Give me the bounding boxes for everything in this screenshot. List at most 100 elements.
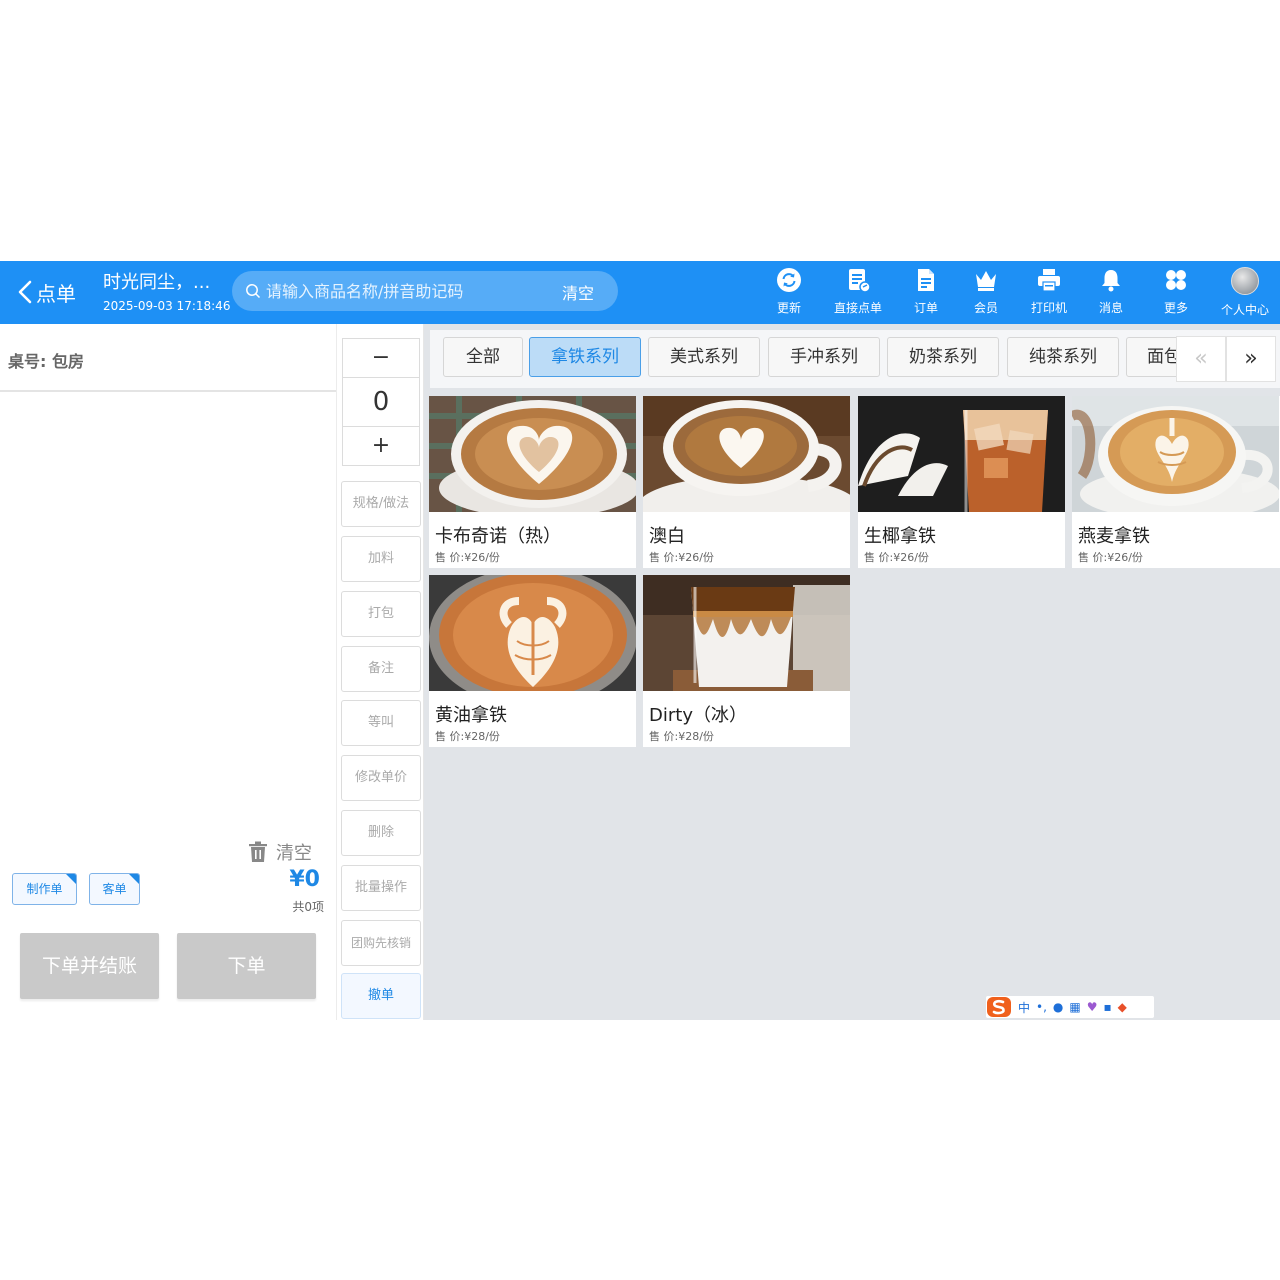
product-name: 黄油拿铁 [435,705,507,726]
item-action-column: − 0 + 规格/做法 加料 打包 备注 等叫 修改单价 删除 批量操作 团购先… [336,324,424,1020]
product-price: 售 价:¥28/份 [649,730,714,743]
trash-icon [249,841,267,862]
product-card[interactable]: Dirty（冰） 售 价:¥28/份 [643,575,850,747]
refresh-button[interactable]: 更新 [757,267,821,319]
total-amount: ¥0 [289,867,320,892]
product-card[interactable]: 黄油拿铁 售 价:¥28/份 [429,575,636,747]
product-price: 售 价:¥28/份 [435,730,500,743]
printer-icon [1038,269,1060,292]
product-price: 售 价:¥26/份 [649,551,714,564]
product-price: 售 价:¥26/份 [435,551,500,564]
category-next-button[interactable]: » [1226,336,1276,382]
ime-mode[interactable]: 中 [1018,999,1030,1016]
grid-more-icon [1166,270,1186,290]
revoke-order-button[interactable]: 撤单 [341,973,421,1019]
product-card[interactable]: 燕麦拿铁 售 价:¥26/份 [1072,396,1280,568]
product-photo [429,575,636,691]
shop-name[interactable]: 时光同尘，... [103,268,210,294]
toolbox-icon[interactable]: ▪ [1104,1000,1112,1014]
production-ticket-tag[interactable]: 制作单 [12,873,77,905]
profile-button[interactable]: 个人中心 [1213,267,1277,319]
printer-button[interactable]: 打印机 [1017,267,1081,319]
category-tab-all[interactable]: 全部 [443,337,523,377]
datetime: 2025-09-03 17:18:46 [103,299,231,313]
printer-label: 打印机 [1030,301,1067,315]
quantity-minus-button[interactable]: − [343,339,419,377]
product-price: 售 价:¥26/份 [864,551,929,564]
punctuation-icon[interactable]: •, [1036,1000,1047,1014]
member-button[interactable]: 会员 [954,267,1018,319]
sogou-logo-icon [987,997,1011,1017]
avatar [1231,267,1259,295]
messages-button[interactable]: 消息 [1079,267,1143,319]
category-tab-milk-tea[interactable]: 奶茶系列 [887,337,999,377]
search-box: 清空 [232,271,618,311]
search-icon [246,284,261,299]
product-name: 燕麦拿铁 [1078,526,1150,547]
quantity-plus-button[interactable]: + [343,427,419,465]
product-card[interactable]: 澳白 售 价:¥26/份 [643,396,850,568]
takeaway-pack-button[interactable]: 打包 [341,591,421,637]
search-clear-button[interactable]: 清空 [562,280,594,304]
refresh-icon [777,268,801,292]
product-photo [1072,396,1279,512]
category-tab-pure-tea[interactable]: 纯茶系列 [1007,337,1119,377]
product-photo [858,396,1065,512]
product-photo [643,575,850,691]
messages-label: 消息 [1098,301,1123,315]
table-label: 桌号: 包房 [8,352,84,371]
pos-app: 点单 时光同尘，... 2025-09-03 17:18:46 清空 更新 直接… [0,261,1280,1020]
note-button[interactable]: 备注 [341,646,421,692]
menu-area: 全部 拿铁系列 美式系列 手冲系列 奶茶系列 纯茶系列 面包 « » 卡布奇诺（… [424,324,1280,1020]
place-order-button[interactable]: 下单 [177,933,316,999]
category-prev-button[interactable]: « [1176,336,1226,382]
direct-order-icon [849,269,871,293]
clear-order-button[interactable]: 清空 [248,839,312,865]
product-photo [429,396,636,512]
item-count: 共0项 [292,900,324,914]
product-name: 澳白 [649,526,685,547]
orders-label: 订单 [913,301,938,315]
refresh-label: 更新 [776,301,801,315]
profile-label: 个人中心 [1220,303,1269,317]
direct-order-button[interactable]: 直接点单 [826,267,890,319]
divider [0,390,336,392]
sogou-pet-icon[interactable]: ◆ [1118,1000,1127,1014]
keyboard-icon[interactable]: ▦ [1069,1000,1080,1014]
back-label: 点单 [36,281,76,306]
microphone-icon[interactable]: ● [1053,1000,1063,1014]
skin-icon[interactable]: ♥ [1087,1000,1098,1014]
product-name: 生椰拿铁 [864,526,936,547]
spec-button[interactable]: 规格/做法 [341,481,421,527]
chevron-left-icon [18,280,32,304]
batch-operation-button[interactable]: 批量操作 [341,865,421,911]
product-name: Dirty（冰） [649,705,747,726]
search-input[interactable] [266,277,546,305]
group-coupon-verify-button[interactable]: 团购先核销 [341,920,421,966]
product-price: 售 价:¥26/份 [1078,551,1143,564]
quantity-value: 0 [343,377,419,427]
order-and-pay-button[interactable]: 下单并结账 [20,933,159,999]
edit-price-button[interactable]: 修改单价 [341,755,421,801]
category-tab-pour-over[interactable]: 手冲系列 [768,337,880,377]
back-button[interactable]: 点单 [16,275,76,309]
product-card[interactable]: 卡布奇诺（热） 售 价:¥26/份 [429,396,636,568]
hold-call-button[interactable]: 等叫 [341,700,421,746]
member-label: 会员 [973,301,998,315]
product-card[interactable]: 生椰拿铁 售 价:¥26/份 [858,396,1065,568]
product-photo [643,396,850,512]
input-method-toolbar[interactable]: 中 •, ● ▦ ♥ ▪ ◆ [986,996,1154,1018]
category-tab-americano[interactable]: 美式系列 [648,337,760,377]
category-tab-latte[interactable]: 拿铁系列 [529,337,641,377]
order-document-icon [918,269,934,291]
orders-button[interactable]: 订单 [894,267,958,319]
order-panel: 桌号: 包房 清空 制作单 客单 ¥0 共0项 下单并结账 下单 [0,324,336,1020]
product-name: 卡布奇诺（热） [435,526,561,547]
more-label: 更多 [1163,301,1188,315]
more-button[interactable]: 更多 [1144,267,1208,319]
add-topping-button[interactable]: 加料 [341,536,421,582]
delete-button[interactable]: 删除 [341,810,421,856]
crown-icon [976,271,996,291]
customer-ticket-tag[interactable]: 客单 [89,873,140,905]
direct-order-label: 直接点单 [833,301,882,315]
